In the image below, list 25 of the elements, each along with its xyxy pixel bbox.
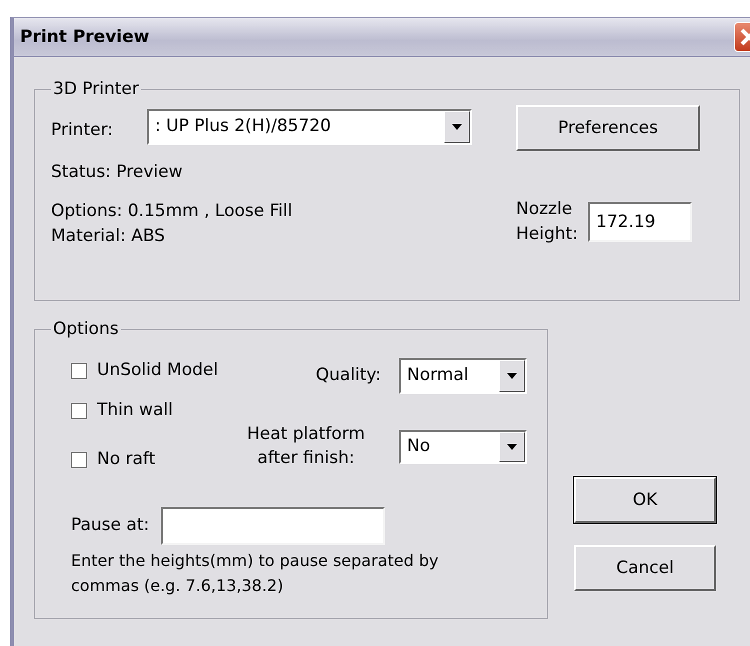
pause-label: Pause at: — [71, 514, 150, 538]
window-title: Print Preview — [20, 27, 150, 47]
cancel-button[interactable]: Cancel — [574, 545, 716, 591]
status-text: Status: Preview — [51, 161, 184, 184]
checkbox-label: No raft — [97, 448, 156, 472]
checkbox[interactable]: No raft — [71, 431, 231, 489]
ok-button[interactable]: OK — [574, 477, 716, 523]
heat-platform-label: Heat platform after finish: — [246, 423, 366, 470]
group-title: Options — [52, 319, 120, 339]
group-title: 3D Printer — [52, 79, 140, 99]
printer-dropdown[interactable]: : UP Plus 2(H)/85720 — [147, 109, 472, 145]
nozzle-height-label: Nozzle Height: — [516, 198, 579, 246]
nozzle-height-field[interactable]: 172.19 — [588, 202, 692, 242]
checkbox[interactable]: Thin wall — [71, 391, 231, 431]
preferences-button[interactable]: Preferences — [516, 105, 700, 151]
material-text: Material: ABS — [51, 225, 166, 248]
printer-label: Printer: — [51, 119, 114, 142]
options-text: Options: 0.15mm , Loose Fill — [51, 200, 294, 223]
hint-text: Enter the heights(mm) to pause separated by commas (e.g. 7.6,13,38.2) — [71, 550, 440, 597]
quality-label: Quality: — [316, 364, 381, 388]
heat-platform-dropdown[interactable]: No — [399, 430, 527, 464]
checkbox-label: UnSolid Model — [97, 359, 218, 382]
quality-dropdown[interactable]: Normal — [399, 358, 527, 394]
checkbox-label: Thin wall — [97, 399, 173, 422]
checkbox[interactable]: UnSolid Model — [71, 351, 231, 391]
